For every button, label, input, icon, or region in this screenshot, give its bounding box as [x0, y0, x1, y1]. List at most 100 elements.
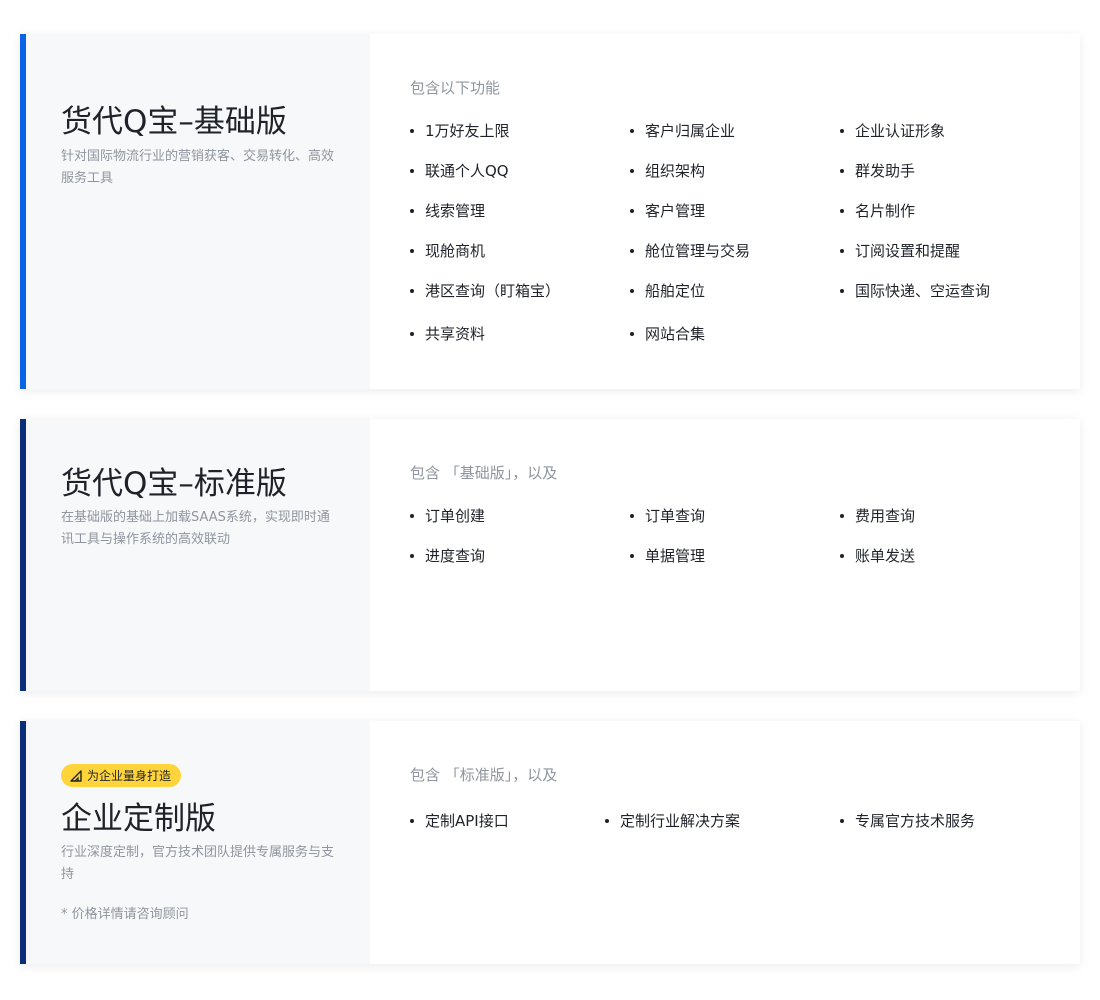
- bullet-icon: [840, 554, 844, 558]
- bullet-icon: [410, 209, 414, 213]
- feature-label: 联通个人QQ: [425, 162, 509, 180]
- bullet-icon: [410, 289, 414, 293]
- bullet-icon: [605, 819, 609, 823]
- feature-label: 港区查询（盯箱宝）: [425, 282, 561, 300]
- plan-title: 企业定制版: [61, 801, 216, 837]
- feature-item: 现舱商机: [410, 240, 630, 262]
- feature-label: 订单查询: [645, 507, 706, 525]
- bullet-icon: [410, 169, 414, 173]
- features-list: 订单创建 订单查询 费用查询 进度查询 单据管理 账单发送: [410, 505, 1040, 567]
- feature-item: 国际快递、空运查询: [840, 280, 1040, 302]
- feature-item: 订单创建: [410, 505, 630, 527]
- feature-label: 定制行业解决方案: [620, 812, 741, 830]
- features-heading: 包含以下功能: [410, 79, 501, 97]
- bullet-icon: [410, 332, 414, 336]
- feature-item: 共享资料: [410, 323, 630, 345]
- feature-label: 单据管理: [645, 547, 706, 565]
- plan-description: 在基础版的基础上加载SAAS系统，实现即时通讯工具与操作系统的高效联动: [61, 510, 330, 547]
- feature-item: 订单查询: [630, 505, 840, 527]
- feature-label: 舱位管理与交易: [645, 242, 751, 260]
- features-list: 1万好友上限 客户归属企业 企业认证形象 联通个人QQ 组织架构 群发助手 线索…: [410, 120, 1040, 345]
- feature-item: 网站合集: [630, 323, 840, 345]
- feature-label: 1万好友上限: [425, 122, 510, 140]
- bullet-icon: [630, 169, 634, 173]
- bullet-icon: [630, 129, 634, 133]
- bullet-icon: [840, 169, 844, 173]
- feature-item: 企业认证形象: [840, 120, 1040, 142]
- feature-label: 费用查询: [855, 507, 916, 525]
- feature-label: 组织架构: [645, 162, 706, 180]
- feature-item: 客户归属企业: [630, 120, 840, 142]
- feature-item: 舱位管理与交易: [630, 240, 840, 262]
- bullet-icon: [630, 514, 634, 518]
- feature-label: 船舶定位: [645, 282, 706, 300]
- feature-label: 定制API接口: [425, 812, 509, 830]
- plan-features: 包含 「基础版」，以及 订单创建 订单查询 费用查询 进度查询 单据管理 账单发…: [370, 419, 1080, 691]
- bullet-icon: [840, 129, 844, 133]
- features-list: 定制API接口 定制行业解决方案 专属官方技术服务: [410, 810, 1040, 832]
- plan-card-standard: 货代Q宝–标准版 在基础版的基础上加载SAAS系统，实现即时通讯工具与操作系统的…: [20, 419, 1080, 691]
- plan-summary: 货代Q宝–基础版 针对国际物流行业的营销获客、交易转化、高效服务工具: [26, 34, 370, 389]
- bullet-icon: [410, 249, 414, 253]
- feature-item: 客户管理: [630, 200, 840, 222]
- feature-item: 定制行业解决方案: [605, 810, 840, 832]
- features-heading: 包含 「标准版」，以及: [410, 766, 558, 784]
- bullet-icon: [630, 289, 634, 293]
- plan-summary: 货代Q宝–标准版 在基础版的基础上加载SAAS系统，实现即时通讯工具与操作系统的…: [26, 419, 370, 691]
- plan-features: 包含 「标准版」，以及 定制API接口 定制行业解决方案 专属官方技术服务: [370, 721, 1080, 964]
- feature-item: 账单发送: [840, 545, 1040, 567]
- bullet-icon: [410, 129, 414, 133]
- feature-item: 定制API接口: [410, 810, 605, 832]
- feature-item: 港区查询（盯箱宝）: [410, 280, 630, 302]
- features-heading: 包含 「基础版」，以及: [410, 464, 558, 482]
- bullet-icon: [840, 289, 844, 293]
- feature-item: 组织架构: [630, 160, 840, 182]
- custom-badge: 为企业量身打造: [61, 764, 182, 787]
- feature-item: 费用查询: [840, 505, 1040, 527]
- price-note: * 价格详情请咨询顾问: [61, 907, 189, 922]
- bullet-icon: [410, 819, 414, 823]
- bullet-icon: [840, 819, 844, 823]
- feature-label: 国际快递、空运查询: [855, 282, 991, 300]
- feature-item: 专属官方技术服务: [840, 810, 1040, 832]
- feature-item: 1万好友上限: [410, 120, 630, 142]
- feature-label: 共享资料: [425, 325, 486, 343]
- feature-label: 线索管理: [425, 202, 486, 220]
- feature-label: 账单发送: [855, 547, 916, 565]
- bullet-icon: [630, 249, 634, 253]
- feature-label: 群发助手: [855, 162, 916, 180]
- bullet-icon: [630, 332, 634, 336]
- plan-description: 行业深度定制，官方技术团队提供专属服务与支持: [61, 845, 335, 882]
- plan-card-enterprise: 为企业量身打造 企业定制版 行业深度定制，官方技术团队提供专属服务与支持 * 价…: [20, 721, 1080, 964]
- feature-label: 客户管理: [645, 202, 706, 220]
- feature-label: 订单创建: [425, 507, 486, 525]
- bullet-icon: [410, 514, 414, 518]
- feature-item: 进度查询: [410, 545, 630, 567]
- feature-item: 线索管理: [410, 200, 630, 222]
- plan-description: 针对国际物流行业的营销获客、交易转化、高效服务工具: [61, 149, 335, 186]
- feature-item: 名片制作: [840, 200, 1040, 222]
- feature-item: 单据管理: [630, 545, 840, 567]
- feature-label: 企业认证形象: [855, 122, 946, 140]
- feature-label: 网站合集: [645, 325, 706, 343]
- feature-item: 订阅设置和提醒: [840, 240, 1040, 262]
- feature-label: 专属官方技术服务: [855, 812, 976, 830]
- feature-label: 客户归属企业: [645, 122, 736, 140]
- bullet-icon: [630, 554, 634, 558]
- plan-card-basic: 货代Q宝–基础版 针对国际物流行业的营销获客、交易转化、高效服务工具 包含以下功…: [20, 34, 1080, 389]
- feature-label: 进度查询: [425, 547, 486, 565]
- feature-label: 订阅设置和提醒: [855, 242, 961, 260]
- plan-title: 货代Q宝–标准版: [61, 466, 287, 502]
- bullet-icon: [840, 209, 844, 213]
- ruler-triangle-icon: [70, 769, 82, 782]
- feature-item: 群发助手: [840, 160, 1040, 182]
- plan-title: 货代Q宝–基础版: [61, 104, 287, 140]
- bullet-icon: [410, 554, 414, 558]
- bullet-icon: [840, 249, 844, 253]
- feature-item: 船舶定位: [630, 280, 840, 302]
- feature-label: 名片制作: [855, 202, 916, 220]
- feature-label: 现舱商机: [425, 242, 486, 260]
- plan-summary: 为企业量身打造 企业定制版 行业深度定制，官方技术团队提供专属服务与支持 * 价…: [26, 721, 370, 964]
- feature-item: 联通个人QQ: [410, 160, 630, 182]
- bullet-icon: [630, 209, 634, 213]
